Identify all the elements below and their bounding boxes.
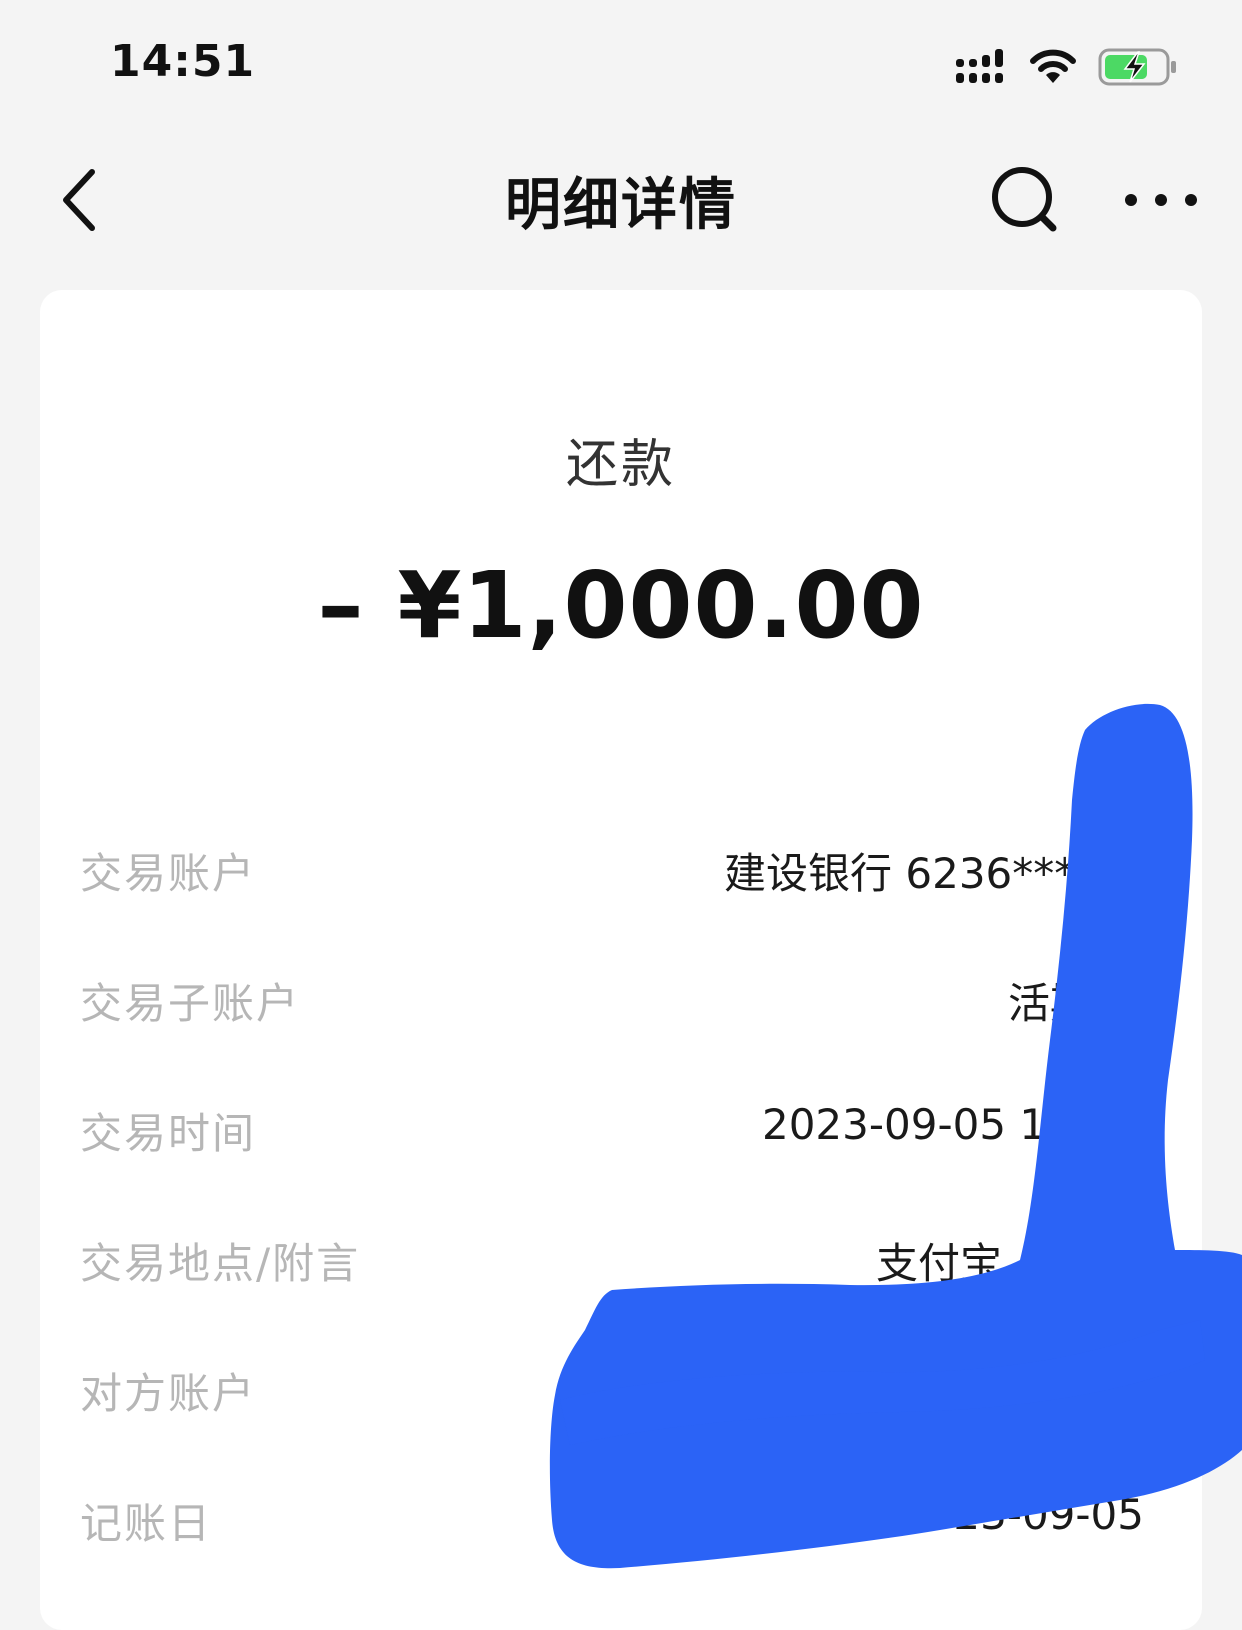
field-row-account: 交易账户 建设银行 6236***6	[40, 830, 1202, 910]
more-button[interactable]	[1115, 170, 1205, 230]
wifi-icon	[1030, 49, 1076, 85]
field-row-location: 交易地点/附言 支付宝	[40, 1220, 1202, 1300]
field-value: 2023-09-05 14:	[761, 1100, 1087, 1149]
battery-charging-icon	[1098, 47, 1178, 87]
signal-icon	[956, 49, 1008, 85]
more-dots-icon	[1125, 194, 1197, 206]
field-value: 支付宝	[875, 1239, 1002, 1288]
field-label: 交易时间	[80, 1109, 257, 1158]
field-label: 对方账户	[80, 1369, 257, 1418]
field-label: 交易地点/附言	[80, 1239, 361, 1288]
status-icons	[956, 44, 1178, 90]
field-label: 记账日	[80, 1499, 213, 1548]
field-row-posting-date: 记账日 2023-09-05	[40, 1480, 1202, 1560]
field-row-counterparty: 对方账户	[40, 1350, 1202, 1430]
field-label: 交易子账户	[80, 979, 301, 1028]
field-value: 建设银行 6236***6	[724, 849, 1102, 898]
field-row-sub-account: 交易子账户 活期	[40, 960, 1202, 1040]
status-time: 14:51	[110, 36, 256, 87]
field-value: 活期	[1007, 979, 1092, 1028]
transaction-type: 还款	[565, 435, 676, 495]
field-value: 2023-09-05	[899, 1490, 1144, 1539]
transaction-amount: – ¥1,000.00	[317, 552, 925, 659]
field-label: 交易账户	[80, 849, 257, 898]
status-bar: 14:51	[0, 0, 1242, 130]
search-button[interactable]	[985, 160, 1065, 240]
field-row-time: 交易时间 2023-09-05 14:	[40, 1090, 1202, 1170]
detail-card: 还款 – ¥1,000.00 交易账户 建设银行 6236***6 交易子账户 …	[40, 290, 1202, 1630]
search-icon	[992, 167, 1057, 232]
nav-bar: 明细详情	[0, 140, 1242, 260]
